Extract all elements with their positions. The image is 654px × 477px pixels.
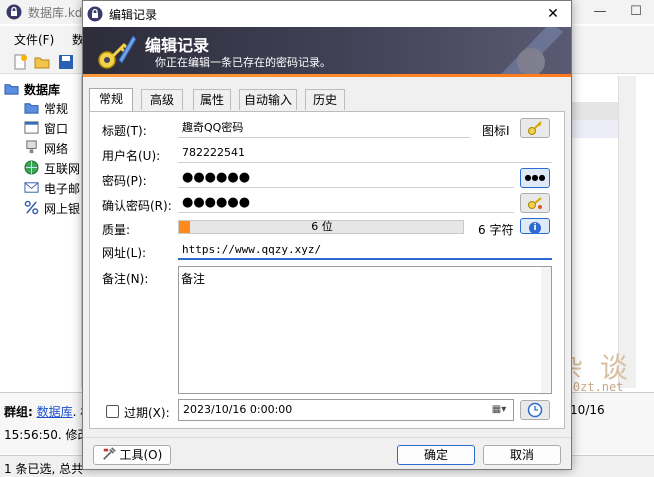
tab-general[interactable]: 常规 — [89, 88, 133, 111]
expires-date-value: 2023/10/16 0:00:00 — [183, 403, 293, 416]
lock-icon — [87, 6, 103, 22]
banner-title: 编辑记录 — [145, 36, 210, 55]
quality-label: 质量: — [102, 223, 131, 237]
tree-item-label: 窗口 — [44, 122, 69, 136]
expires-date-field[interactable]: 2023/10/16 0:00:00 ▦▾ — [178, 399, 514, 421]
expiry-presets-button[interactable] — [520, 400, 550, 420]
tab-properties[interactable]: 属性 — [193, 89, 231, 110]
quality-chars: 6 字符 — [478, 223, 514, 237]
tools-label: 工具(O) — [119, 448, 163, 462]
footer-separator — [83, 437, 571, 438]
key-icon-button[interactable] — [520, 118, 550, 138]
edit-entry-dialog: 编辑记录 ✕ 编辑记录 你正在编辑一条已存在的密码记录。 常规 高级 属性 自动… — [82, 0, 572, 470]
tree-item-label: 互联网 — [44, 162, 81, 176]
maximize-button[interactable]: ☐ — [618, 0, 654, 24]
ok-button[interactable]: 确定 — [397, 445, 475, 465]
info-icon: i — [529, 222, 541, 234]
list-scrollbar[interactable] — [618, 76, 636, 388]
generate-password-button[interactable] — [520, 193, 550, 213]
notes-label: 备注(N): — [102, 272, 149, 286]
email-icon — [24, 182, 39, 193]
percent-icon — [24, 200, 39, 215]
menu-file[interactable]: 文件(F) — [14, 31, 54, 48]
tools-button[interactable]: 工具(O) — [93, 445, 171, 465]
expires-label: 过期(X): — [124, 406, 170, 420]
url-label: 网址(L): — [102, 246, 147, 260]
key-pen-icon — [98, 35, 137, 69]
banner-subtitle: 你正在编辑一条已存在的密码记录。 — [155, 56, 331, 69]
group-link[interactable]: 数据库 — [37, 405, 73, 419]
notes-text: 备注 — [181, 272, 206, 286]
password-field[interactable]: ●●●●●● — [178, 168, 514, 188]
tree-item-label: 常规 — [44, 102, 69, 116]
main-window-title: 数据库.kd — [28, 6, 83, 20]
network-icon — [26, 140, 37, 154]
general-tab-panel: 标题(T): 趣奇QQ密码 图标I 用户名(U): 782222541 密码(P… — [89, 111, 565, 429]
confirm-password-label: 确认密码(R): — [102, 199, 172, 213]
key-generator-icon — [528, 197, 542, 209]
dialog-title: 编辑记录 — [109, 8, 158, 22]
group-prefix: 群组: — [4, 405, 33, 419]
url-field[interactable]: https://www.qqzy.xyz/ — [178, 240, 552, 260]
modified-time: 15:56:50. 修改 — [4, 428, 90, 442]
tree-item-label: 网络 — [44, 142, 69, 156]
dialog-titlebar: 编辑记录 ✕ — [83, 1, 571, 27]
quality-bar: 6 位 — [178, 220, 464, 234]
clock-icon — [527, 402, 543, 418]
icon-label: 图标I — [482, 124, 510, 138]
notes-textarea[interactable]: 备注 — [178, 266, 552, 394]
pen-decor-icon — [501, 27, 563, 74]
save-icon[interactable] — [58, 54, 74, 70]
tab-history[interactable]: 历史 — [305, 89, 345, 110]
expires-checkbox[interactable] — [106, 405, 119, 418]
tab-auto-type[interactable]: 自动输入 — [239, 89, 297, 110]
username-label: 用户名(U): — [102, 149, 161, 163]
notes-scrollbar[interactable] — [541, 267, 551, 393]
dialog-banner: 编辑记录 你正在编辑一条已存在的密码记录。 — [83, 27, 571, 77]
status-text: 1 条已选, 总共 — [4, 462, 84, 476]
username-field[interactable]: 782222541 — [178, 143, 552, 163]
group-tree: 数据库 常规 窗口 网络 互联网 电子邮 网上银 — [0, 76, 82, 388]
info-button[interactable]: i — [520, 218, 550, 234]
title-label: 标题(T): — [102, 124, 147, 138]
confirm-password-field[interactable]: ●●●●●● — [178, 193, 514, 213]
cancel-button[interactable]: 取消 — [483, 445, 561, 465]
new-icon[interactable] — [12, 54, 28, 70]
calendar-dropdown-icon[interactable]: ▦▾ — [487, 402, 511, 418]
quality-text: 6 位 — [311, 220, 333, 233]
window-icon — [24, 121, 39, 134]
minimize-button[interactable]: — — [582, 0, 618, 24]
open-folder-icon[interactable] — [34, 54, 50, 70]
show-password-button[interactable]: ●●● — [520, 168, 550, 188]
list-item[interactable] — [570, 102, 618, 120]
tree-item-label: 网上银 — [44, 202, 81, 216]
tree-item-label: 数据库 — [24, 83, 61, 97]
tab-advanced[interactable]: 高级 — [141, 89, 183, 110]
tree-item-label: 电子邮 — [44, 182, 81, 196]
password-label: 密码(P): — [102, 174, 147, 188]
folder-open-icon — [4, 84, 19, 95]
tools-icon — [102, 447, 116, 460]
lock-icon — [6, 4, 22, 20]
folder-icon — [24, 103, 39, 114]
title-field[interactable]: 趣奇QQ密码 — [178, 118, 470, 138]
list-item[interactable] — [570, 120, 618, 138]
key-icon — [528, 121, 542, 135]
globe-icon — [24, 160, 39, 175]
entry-list — [570, 76, 654, 388]
banner-accent-line — [83, 74, 571, 77]
group-line: 群组: 数据库. 材 — [4, 403, 92, 420]
close-icon[interactable]: ✕ — [535, 1, 571, 27]
